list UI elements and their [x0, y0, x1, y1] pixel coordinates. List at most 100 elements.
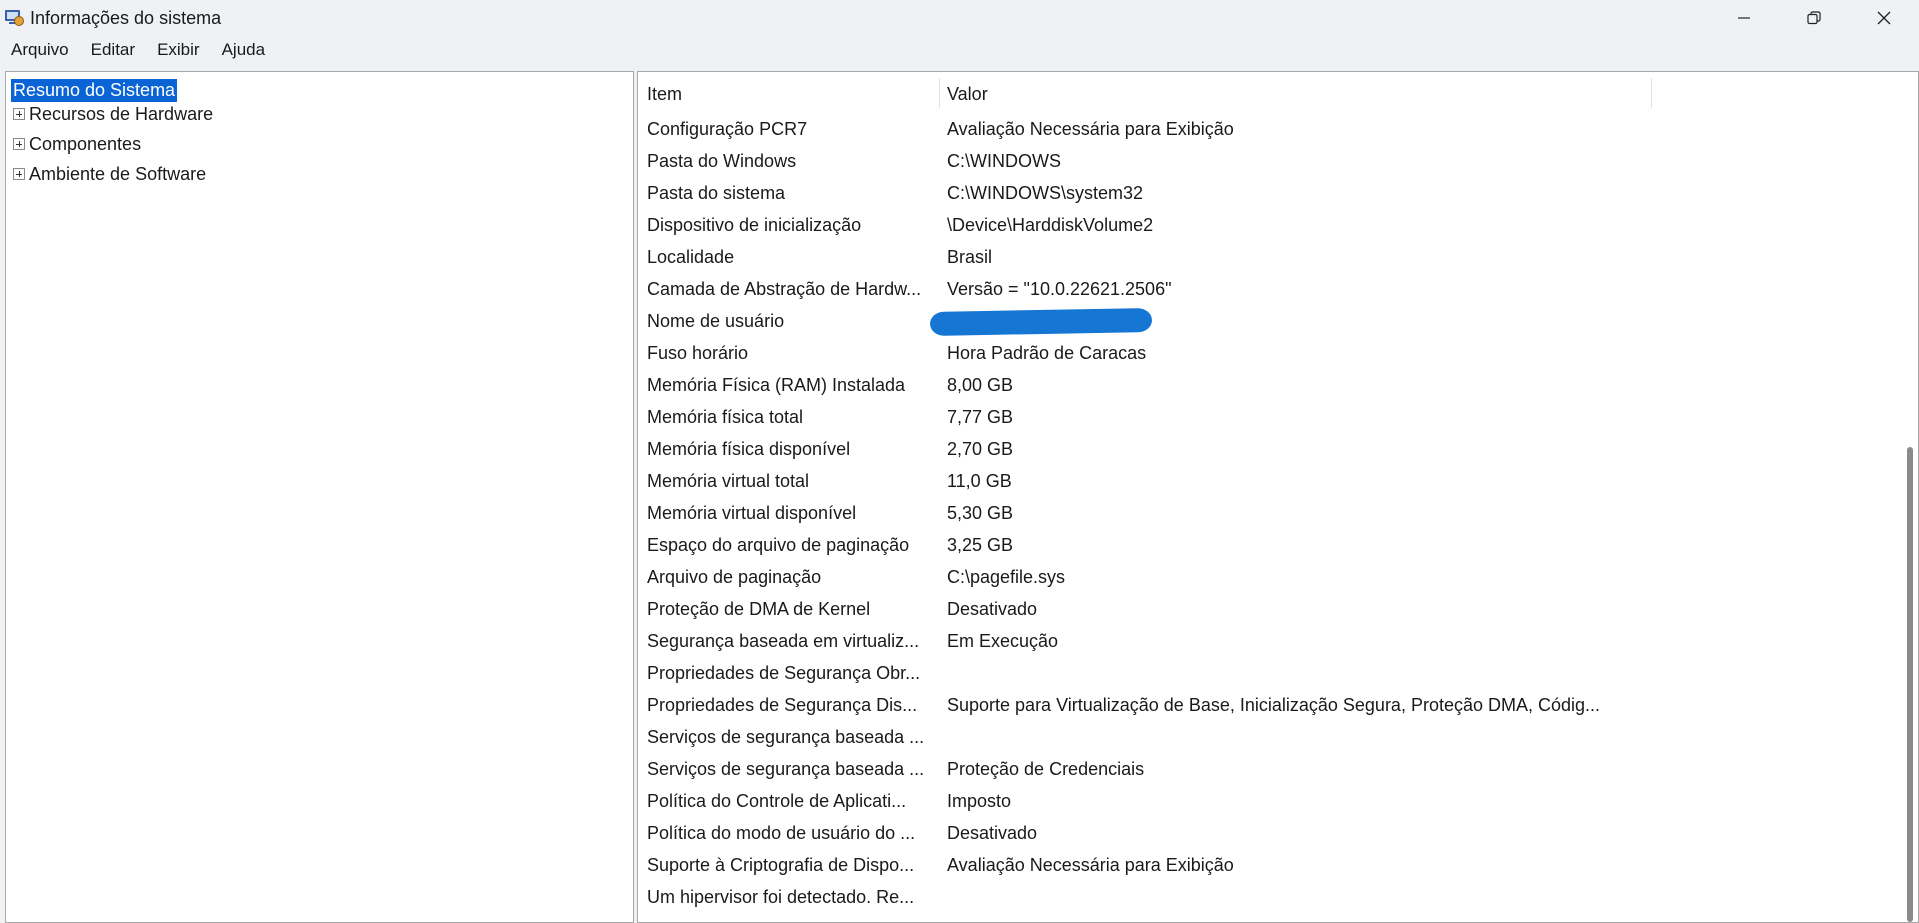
table-row[interactable]: Memória virtual total 11,0 GB: [638, 465, 1898, 497]
table-row[interactable]: Fuso horário Hora Padrão de Caracas: [638, 337, 1898, 369]
table-row[interactable]: Pasta do sistema C:\WINDOWS\system32: [638, 177, 1898, 209]
menu-arquivo[interactable]: Arquivo: [4, 38, 76, 62]
table-row[interactable]: Dispositivo de inicialização \Device\Hard…: [638, 209, 1898, 241]
table-row[interactable]: Memória física disponível 2,70 GB: [638, 433, 1898, 465]
close-button[interactable]: [1849, 0, 1919, 36]
cell-item: Segurança baseada em virtualiz...: [647, 631, 920, 651]
cell-item: Memória virtual total: [647, 471, 810, 491]
column-header-valor[interactable]: Valor: [947, 84, 988, 105]
tree-item-ambiente-de-software[interactable]: Ambiente de Software: [13, 163, 206, 185]
cell-value: C:\WINDOWS\system32: [947, 183, 1144, 203]
cell-item: Configuração PCR7: [647, 119, 808, 139]
tree-item-label: Recursos de Hardware: [29, 104, 214, 124]
column-divider[interactable]: [939, 78, 940, 108]
table-row[interactable]: Serviços de segurança baseada ... Proteçã…: [638, 753, 1898, 785]
table-row[interactable]: Camada de Abstração de Hardw... Versão = …: [638, 273, 1898, 305]
cell-item: Política do modo de usuário do ...: [647, 823, 916, 843]
minimize-button[interactable]: [1709, 0, 1779, 36]
cell-item: Fuso horário: [647, 343, 749, 363]
tree-item-componentes[interactable]: Componentes: [13, 133, 141, 155]
table-row[interactable]: Propriedades de Segurança Obr...: [638, 657, 1898, 689]
table-row[interactable]: Memória Física (RAM) Instalada 8,00 GB: [638, 369, 1898, 401]
cell-value: Desativado: [947, 823, 1038, 843]
column-divider[interactable]: [1651, 78, 1652, 108]
title-bar: Informações do sistema: [0, 0, 1919, 36]
cell-value: Em Execução: [947, 631, 1059, 651]
table-row[interactable]: Localidade Brasil: [638, 241, 1898, 273]
table-row[interactable]: Segurança baseada em virtualiz... Em Exec…: [638, 625, 1898, 657]
system-information-icon: [4, 9, 24, 27]
table-row[interactable]: Memória física total 7,77 GB: [638, 401, 1898, 433]
cell-value: Desativado: [947, 599, 1038, 619]
table-row[interactable]: Memória virtual disponível 5,30 GB: [638, 497, 1898, 529]
cell-item: Nome de usuário: [647, 311, 785, 331]
cell-value: Avaliação Necessária para Exibição: [947, 855, 1234, 875]
category-tree[interactable]: Resumo do Sistema Recursos de Hardware C…: [5, 71, 634, 923]
window-title: Informações do sistema: [30, 7, 222, 28]
tree-item-recursos-de-hardware[interactable]: Recursos de Hardware: [13, 103, 213, 125]
cell-item: Localidade: [647, 247, 735, 267]
cell-item: Memória física total: [647, 407, 804, 427]
cell-item: Memória Física (RAM) Instalada: [647, 375, 906, 395]
cell-item: Propriedades de Segurança Dis...: [647, 695, 918, 715]
cell-value: Proteção de Credenciais: [947, 759, 1145, 779]
details-list[interactable]: Item Valor Configuração PCR7 Avaliação Ne…: [637, 71, 1919, 923]
restore-icon: [1807, 11, 1821, 25]
menu-exibir[interactable]: Exibir: [150, 38, 207, 62]
cell-item: Pasta do Windows: [647, 151, 797, 171]
cell-item: Proteção de DMA de Kernel: [647, 599, 871, 619]
cell-value: Imposto: [947, 791, 1012, 811]
cell-value: Versão = "10.0.22621.2506": [947, 279, 1172, 299]
restore-button[interactable]: [1779, 0, 1849, 36]
table-row[interactable]: Arquivo de paginação C:\pagefile.sys: [638, 561, 1898, 593]
expand-plus-icon[interactable]: [13, 138, 25, 150]
cell-item: Propriedades de Segurança Obr...: [647, 663, 921, 683]
scrollbar-thumb[interactable]: [1907, 447, 1913, 922]
menu-ajuda[interactable]: Ajuda: [215, 38, 272, 62]
cell-item: Suporte à Criptografia de Dispo...: [647, 855, 915, 875]
table-row[interactable]: Política do Controle de Aplicati... Impos…: [638, 785, 1898, 817]
cell-item: Espaço do arquivo de paginação: [647, 535, 910, 555]
table-row[interactable]: Serviços de segurança baseada ...: [638, 721, 1898, 753]
expand-plus-icon[interactable]: [13, 168, 25, 180]
table-row[interactable]: Pasta do Windows C:\WINDOWS: [638, 145, 1898, 177]
cell-value: 8,00 GB: [947, 375, 1014, 395]
table-row[interactable]: Configuração PCR7 Avaliação Necessária pa…: [638, 113, 1898, 145]
column-header-item[interactable]: Item: [647, 84, 937, 105]
cell-item: Arquivo de paginação: [647, 567, 822, 587]
cell-value: 3,25 GB: [947, 535, 1014, 555]
cell-item: Camada de Abstração de Hardw...: [647, 279, 922, 299]
tree-item-label: Componentes: [29, 134, 142, 154]
cell-value: 7,77 GB: [947, 407, 1014, 427]
cell-item: Pasta do sistema: [647, 183, 786, 203]
table-row[interactable]: Um hipervisor foi detectado. Re...: [638, 881, 1898, 913]
cell-value: Brasil: [947, 247, 993, 267]
cell-value: Suporte para Virtualização de Base, Inic…: [947, 695, 1601, 715]
table-row[interactable]: Espaço do arquivo de paginação 3,25 GB: [638, 529, 1898, 561]
table-row[interactable]: Nome de usuário: [638, 305, 1898, 337]
cell-value: \Device\HarddiskVolume2: [947, 215, 1154, 235]
cell-value: Hora Padrão de Caracas: [947, 343, 1147, 363]
cell-value: Avaliação Necessária para Exibição: [947, 119, 1234, 139]
cell-value: 2,70 GB: [947, 439, 1014, 459]
list-rows: Configuração PCR7 Avaliação Necessária pa…: [638, 113, 1898, 913]
window-controls: [1709, 0, 1919, 36]
cell-value: 11,0 GB: [947, 471, 1012, 491]
table-row[interactable]: Suporte à Criptografia de Dispo... Avalia…: [638, 849, 1898, 881]
tree-item-label: Ambiente de Software: [29, 164, 207, 184]
table-row[interactable]: Política do modo de usuário do ... Desati…: [638, 817, 1898, 849]
expand-plus-icon[interactable]: [13, 108, 25, 120]
cell-item: Dispositivo de inicialização: [647, 215, 862, 235]
table-row[interactable]: Propriedades de Segurança Dis... Suporte …: [638, 689, 1898, 721]
cell-item: Memória física disponível: [647, 439, 851, 459]
cell-item: Um hipervisor foi detectado. Re...: [647, 887, 915, 907]
cell-item: Serviços de segurança baseada ...: [647, 727, 925, 747]
vertical-scrollbar[interactable]: [1899, 72, 1918, 922]
table-row[interactable]: Proteção de DMA de Kernel Desativado: [638, 593, 1898, 625]
tree-item-resumo-do-sistema[interactable]: Resumo do Sistema: [11, 79, 178, 102]
close-icon: [1877, 11, 1891, 25]
cell-item: Serviços de segurança baseada ...: [647, 759, 925, 779]
menu-editar[interactable]: Editar: [84, 38, 142, 62]
redaction-mark: [929, 308, 1153, 336]
cell-item: Memória virtual disponível: [647, 503, 857, 523]
